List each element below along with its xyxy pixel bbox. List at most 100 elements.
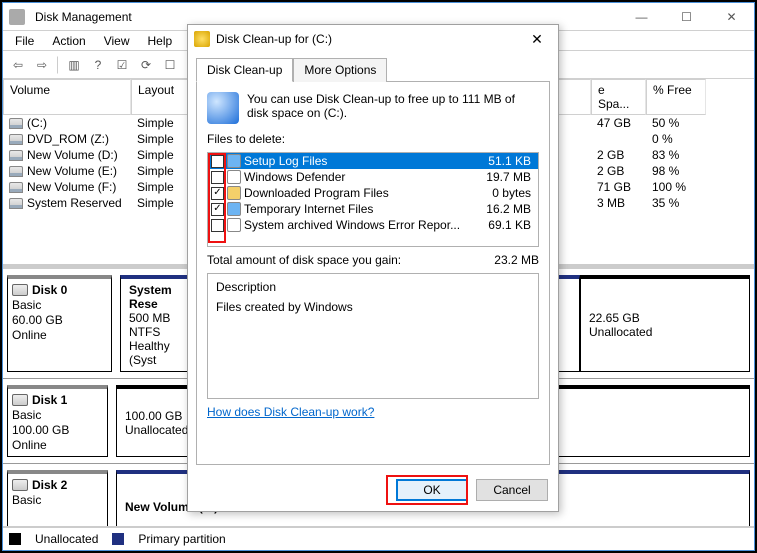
file-size: 16.2 MB	[486, 202, 535, 216]
volume-cell: 2 GB	[591, 147, 646, 163]
drive-icon	[9, 134, 23, 145]
column-header[interactable]: % Free	[646, 79, 706, 115]
volume-cell: 83 %	[646, 147, 706, 163]
legend-primary-label: Primary partition	[138, 532, 225, 546]
file-checkbox[interactable]	[211, 187, 224, 200]
volume-cell	[591, 131, 646, 147]
disk-cleanup-dialog: Disk Clean-up for (C:) ✕ Disk Clean-up M…	[187, 24, 559, 512]
dialog-body: You can use Disk Clean-up to free up to …	[196, 81, 550, 465]
description-label: Description	[216, 280, 530, 294]
file-name: Downloaded Program Files	[244, 186, 489, 200]
file-type-icon	[227, 202, 241, 216]
close-button[interactable]: ✕	[709, 3, 754, 31]
menu-help[interactable]: Help	[140, 32, 181, 50]
file-checkbox[interactable]	[211, 171, 224, 184]
legend-primary-swatch	[112, 533, 124, 545]
disk-header[interactable]: Disk 1Basic100.00 GBOnline	[7, 385, 108, 457]
legend: Unallocated Primary partition	[3, 526, 754, 550]
column-header[interactable]: Volume	[3, 79, 131, 115]
tab-more-options[interactable]: More Options	[293, 58, 387, 82]
file-type-icon	[227, 154, 241, 168]
tab-disk-cleanup[interactable]: Disk Clean-up	[196, 58, 293, 82]
file-row[interactable]: Downloaded Program Files0 bytes	[208, 185, 538, 201]
drive-icon	[9, 150, 23, 161]
ok-button[interactable]: OK	[396, 479, 468, 501]
volume-row[interactable]: DVD_ROM (Z:)	[3, 131, 131, 147]
disk-header[interactable]: Disk 0Basic60.00 GBOnline	[7, 275, 112, 372]
action-icon[interactable]: ☐	[159, 54, 181, 76]
cleanup-info-icon	[207, 92, 239, 124]
legend-unalloc-swatch	[9, 533, 21, 545]
maximize-button[interactable]: ☐	[664, 3, 709, 31]
drive-icon	[9, 182, 23, 193]
file-checkbox[interactable]	[211, 219, 224, 232]
file-row[interactable]: Temporary Internet Files16.2 MB	[208, 201, 538, 217]
volume-cell: Simple	[131, 195, 191, 211]
volume-cell: 2 GB	[591, 163, 646, 179]
file-name: System archived Windows Error Repor...	[244, 218, 485, 232]
file-row[interactable]: Setup Log Files51.1 KB	[208, 153, 538, 169]
file-checkbox[interactable]	[211, 155, 224, 168]
volume-cell: 100 %	[646, 179, 706, 195]
minimize-button[interactable]: —	[619, 3, 664, 31]
view-icon[interactable]: ▥	[63, 54, 85, 76]
volume-cell: Simple	[131, 163, 191, 179]
volume-row[interactable]: New Volume (E:)	[3, 163, 131, 179]
cancel-button[interactable]: Cancel	[476, 479, 548, 501]
file-name: Windows Defender	[244, 170, 483, 184]
column-header[interactable]: Layout	[131, 79, 191, 115]
refresh-icon[interactable]: ⟳	[135, 54, 157, 76]
file-row[interactable]: Windows Defender19.7 MB	[208, 169, 538, 185]
menu-action[interactable]: Action	[44, 32, 93, 50]
volume-cell: 0 %	[646, 131, 706, 147]
file-checkbox[interactable]	[211, 203, 224, 216]
volume-cell: Simple	[131, 147, 191, 163]
volume-row[interactable]: New Volume (F:)	[3, 179, 131, 195]
column-header[interactable]: e Spa...	[591, 79, 646, 115]
disk-header[interactable]: Disk 2Basic	[7, 470, 108, 526]
file-name: Setup Log Files	[244, 154, 485, 168]
dialog-tabs: Disk Clean-up More Options	[196, 57, 550, 81]
toolbar-separator	[57, 56, 59, 74]
dialog-titlebar: Disk Clean-up for (C:) ✕	[188, 25, 558, 53]
drive-icon	[9, 166, 23, 177]
files-listbox[interactable]: Setup Log Files51.1 KBWindows Defender19…	[207, 152, 539, 247]
file-type-icon	[227, 218, 241, 232]
drive-icon	[9, 118, 23, 129]
help-icon[interactable]: ?	[87, 54, 109, 76]
drive-icon	[9, 198, 23, 209]
partition-unallocated[interactable]: 22.65 GBUnallocated	[580, 275, 750, 372]
legend-unalloc-label: Unallocated	[35, 532, 98, 546]
forward-icon[interactable]: ⇨	[31, 54, 53, 76]
volume-cell: 3 MB	[591, 195, 646, 211]
menu-view[interactable]: View	[96, 32, 138, 50]
disk-icon	[12, 479, 28, 491]
back-icon[interactable]: ⇦	[7, 54, 29, 76]
file-row[interactable]: System archived Windows Error Repor...69…	[208, 217, 538, 233]
description-box: Description Files created by Windows	[207, 273, 539, 399]
properties-icon[interactable]: ☑	[111, 54, 133, 76]
volume-cell: Simple	[131, 179, 191, 195]
file-size: 69.1 KB	[488, 218, 535, 232]
volume-cell: 50 %	[646, 115, 706, 131]
cleanup-icon	[194, 31, 210, 47]
disk-icon	[12, 284, 28, 296]
file-size: 19.7 MB	[486, 170, 535, 184]
file-name: Temporary Internet Files	[244, 202, 483, 216]
file-type-icon	[227, 186, 241, 200]
volume-row[interactable]: New Volume (D:)	[3, 147, 131, 163]
file-type-icon	[227, 170, 241, 184]
volume-cell: 71 GB	[591, 179, 646, 195]
volume-row[interactable]: System Reserved	[3, 195, 131, 211]
total-space-value: 23.2 MB	[494, 253, 539, 267]
volume-cell: 47 GB	[591, 115, 646, 131]
volume-cell: Simple	[131, 115, 191, 131]
dialog-close-button[interactable]: ✕	[522, 31, 552, 48]
how-does-cleanup-work-link[interactable]: How does Disk Clean-up work?	[207, 405, 539, 419]
volume-row[interactable]: (C:)	[3, 115, 131, 131]
file-size: 0 bytes	[492, 186, 535, 200]
disk-icon	[12, 394, 28, 406]
volume-cell: 35 %	[646, 195, 706, 211]
menu-file[interactable]: File	[7, 32, 42, 50]
dialog-title: Disk Clean-up for (C:)	[216, 32, 522, 46]
